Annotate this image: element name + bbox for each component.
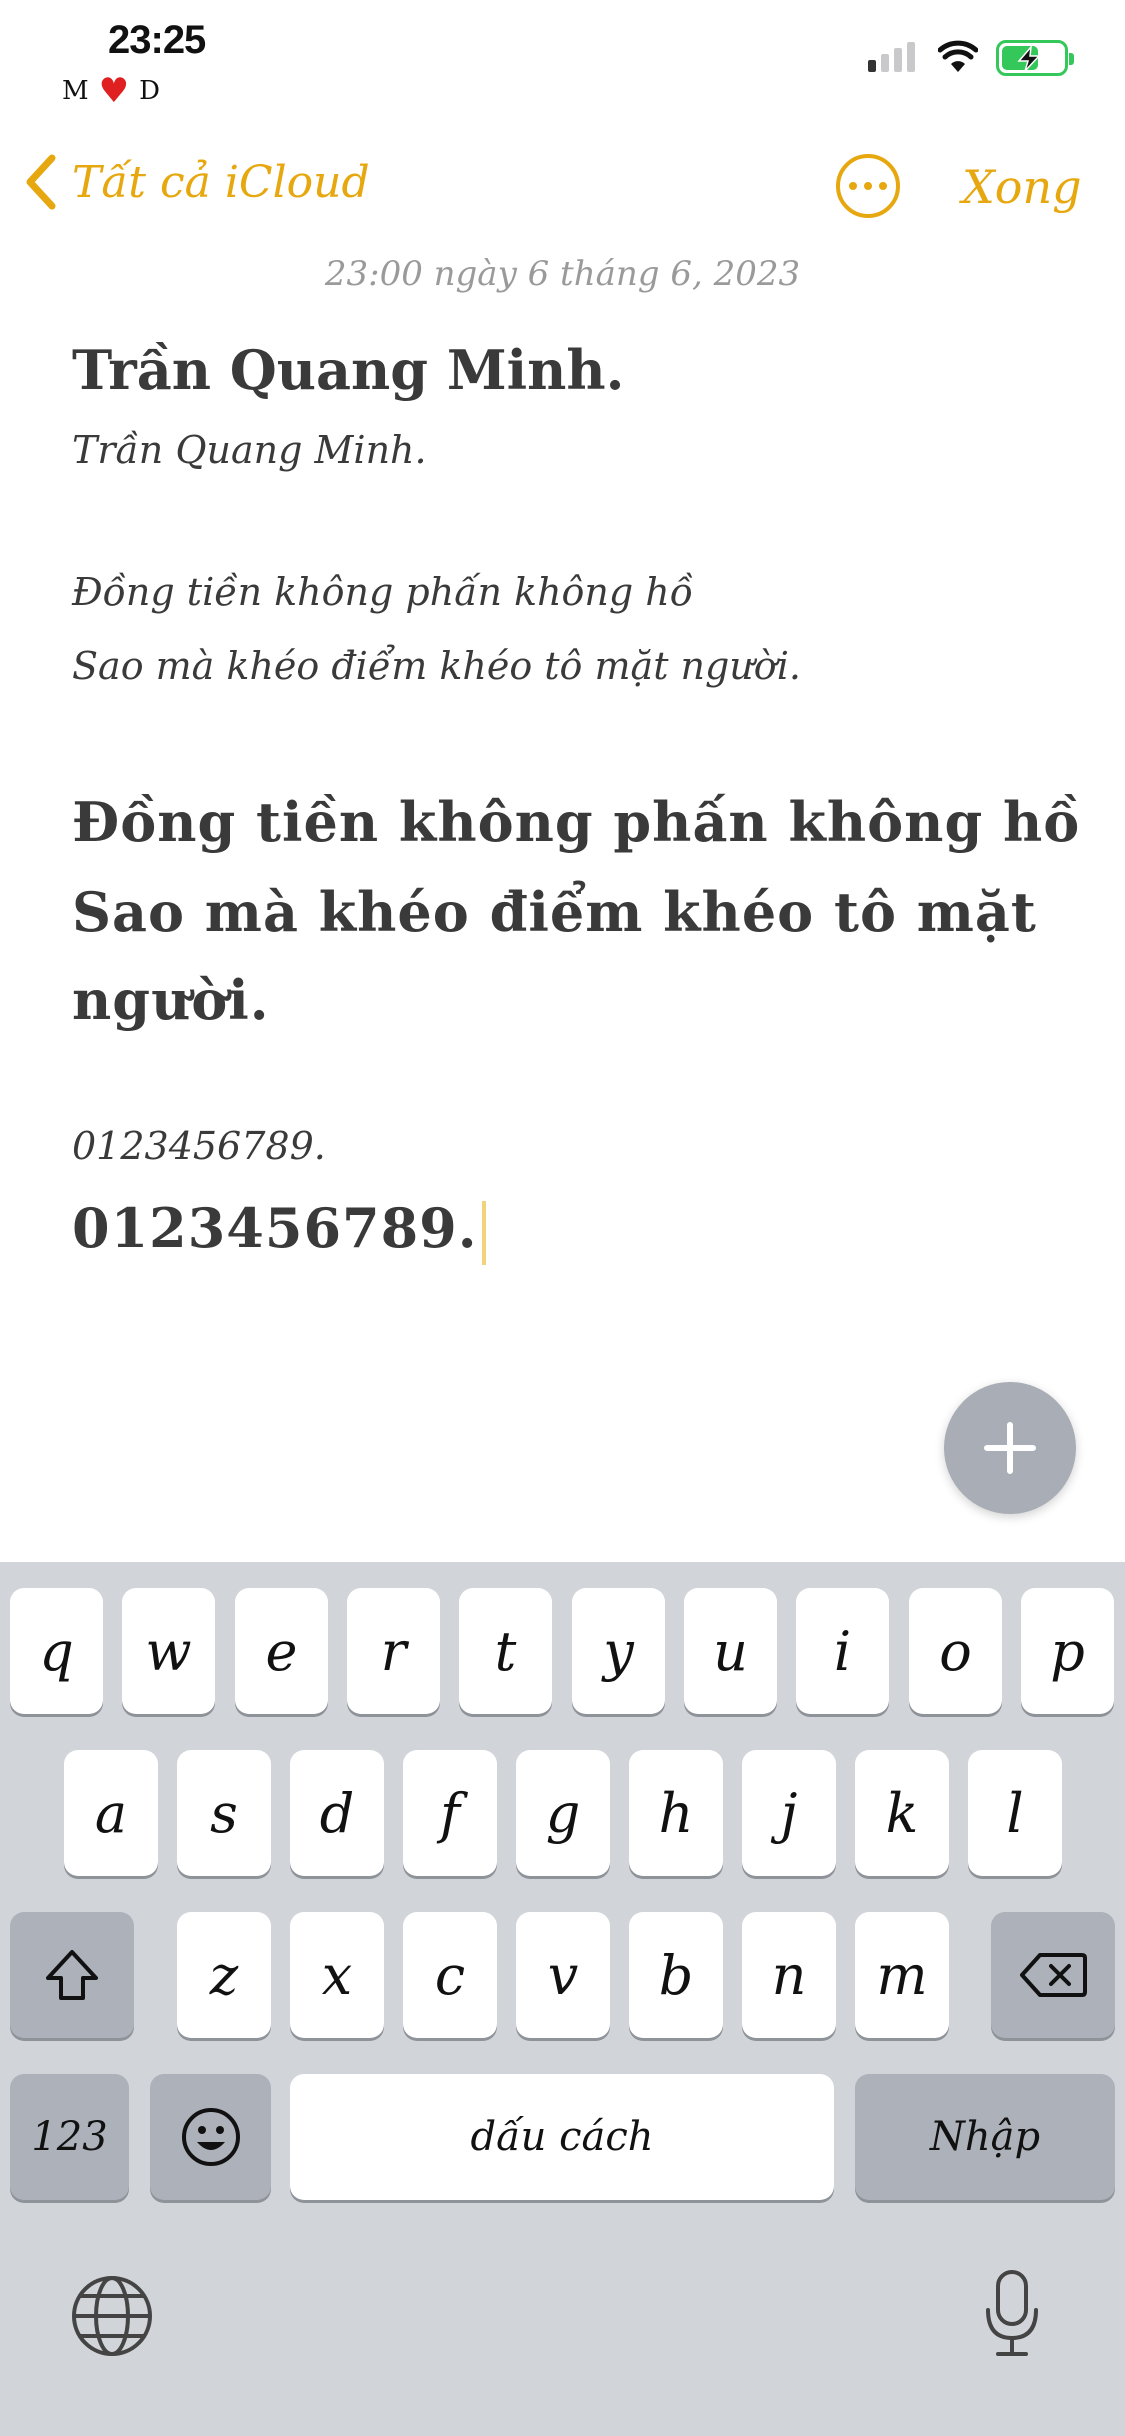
key-b[interactable]: b xyxy=(629,1912,723,2038)
key-s[interactable]: s xyxy=(177,1750,271,1876)
note-poem-small-line-2[interactable]: Sao mà khéo điểm khéo tô mặt người. xyxy=(72,644,801,688)
key-t[interactable]: t xyxy=(459,1588,552,1714)
carrier-tag: M ♥ D xyxy=(62,74,160,108)
emoji-icon xyxy=(181,2108,240,2166)
backspace-key[interactable] xyxy=(991,1912,1115,2038)
emoji-key[interactable] xyxy=(150,2074,271,2200)
key-i[interactable]: i xyxy=(796,1588,889,1714)
note-digits-large-line[interactable]: 0123456789. xyxy=(72,1196,486,1265)
note-subtitle[interactable]: Trần Quang Minh. xyxy=(72,428,427,472)
key-x[interactable]: x xyxy=(290,1912,384,2038)
text-caret xyxy=(481,1200,486,1265)
key-g[interactable]: g xyxy=(516,1750,610,1876)
keyboard: q w e r t y u i o p a s d f g h j k l z … xyxy=(0,1562,1125,2436)
back-button[interactable]: Tất cả iCloud xyxy=(24,152,370,212)
ellipsis-circle-icon xyxy=(849,182,857,190)
shift-icon xyxy=(46,1950,98,2000)
key-p[interactable]: p xyxy=(1021,1588,1114,1714)
key-u[interactable]: u xyxy=(684,1588,777,1714)
key-m[interactable]: m xyxy=(855,1912,949,2038)
globe-icon[interactable] xyxy=(70,2274,154,2358)
return-key[interactable]: Nhập xyxy=(855,2074,1115,2200)
signal-icon xyxy=(868,42,915,72)
plus-icon xyxy=(984,1422,1036,1474)
battery-charging-icon xyxy=(996,40,1074,76)
key-a[interactable]: a xyxy=(64,1750,158,1876)
note-poem-small-line-1[interactable]: Đồng tiền không phấn không hồ xyxy=(72,570,693,614)
key-h[interactable]: h xyxy=(629,1750,723,1876)
key-o[interactable]: o xyxy=(909,1588,1002,1714)
add-button[interactable] xyxy=(944,1382,1076,1514)
space-key[interactable]: dấu cách xyxy=(290,2074,834,2200)
done-button[interactable]: Xong xyxy=(962,160,1082,214)
heart-icon: ♥ xyxy=(98,71,130,111)
key-y[interactable]: y xyxy=(572,1588,665,1714)
note-poem-large-line-1[interactable]: Đồng tiền không phấn không hồ xyxy=(72,790,1080,854)
key-d[interactable]: d xyxy=(290,1750,384,1876)
backspace-icon xyxy=(1020,1953,1087,1997)
carrier-tag-right: D xyxy=(139,76,160,106)
chevron-left-icon xyxy=(26,154,56,210)
note-digits-small[interactable]: 0123456789. xyxy=(72,1124,326,1168)
carrier-tag-left: M xyxy=(62,76,89,106)
note-digits-large: 0123456789. xyxy=(72,1196,478,1260)
note-date: 23:00 ngày 6 tháng 6, 2023 xyxy=(324,254,801,294)
key-l[interactable]: l xyxy=(968,1750,1062,1876)
key-k[interactable]: k xyxy=(855,1750,949,1876)
key-n[interactable]: n xyxy=(742,1912,836,2038)
note-poem-large-line-3[interactable]: người. xyxy=(72,968,270,1032)
key-j[interactable]: j xyxy=(742,1750,836,1876)
key-c[interactable]: c xyxy=(403,1912,497,2038)
key-q[interactable]: q xyxy=(10,1588,103,1714)
key-z[interactable]: z xyxy=(177,1912,271,2038)
key-f[interactable]: f xyxy=(403,1750,497,1876)
key-v[interactable]: v xyxy=(516,1912,610,2038)
microphone-icon[interactable] xyxy=(982,2268,1042,2360)
status-time: 23:25 xyxy=(108,18,206,62)
wifi-icon xyxy=(938,40,978,72)
shift-key[interactable] xyxy=(10,1912,134,2038)
note-poem-large-line-2[interactable]: Sao mà khéo điểm khéo tô mặt xyxy=(72,880,1037,944)
note-title[interactable]: Trần Quang Minh. xyxy=(72,338,624,402)
key-r[interactable]: r xyxy=(347,1588,440,1714)
key-e[interactable]: e xyxy=(235,1588,328,1714)
numbers-key[interactable]: 123 xyxy=(10,2074,129,2200)
back-button-label: Tất cả iCloud xyxy=(72,156,370,208)
more-options-button[interactable] xyxy=(836,154,900,218)
key-w[interactable]: w xyxy=(122,1588,215,1714)
